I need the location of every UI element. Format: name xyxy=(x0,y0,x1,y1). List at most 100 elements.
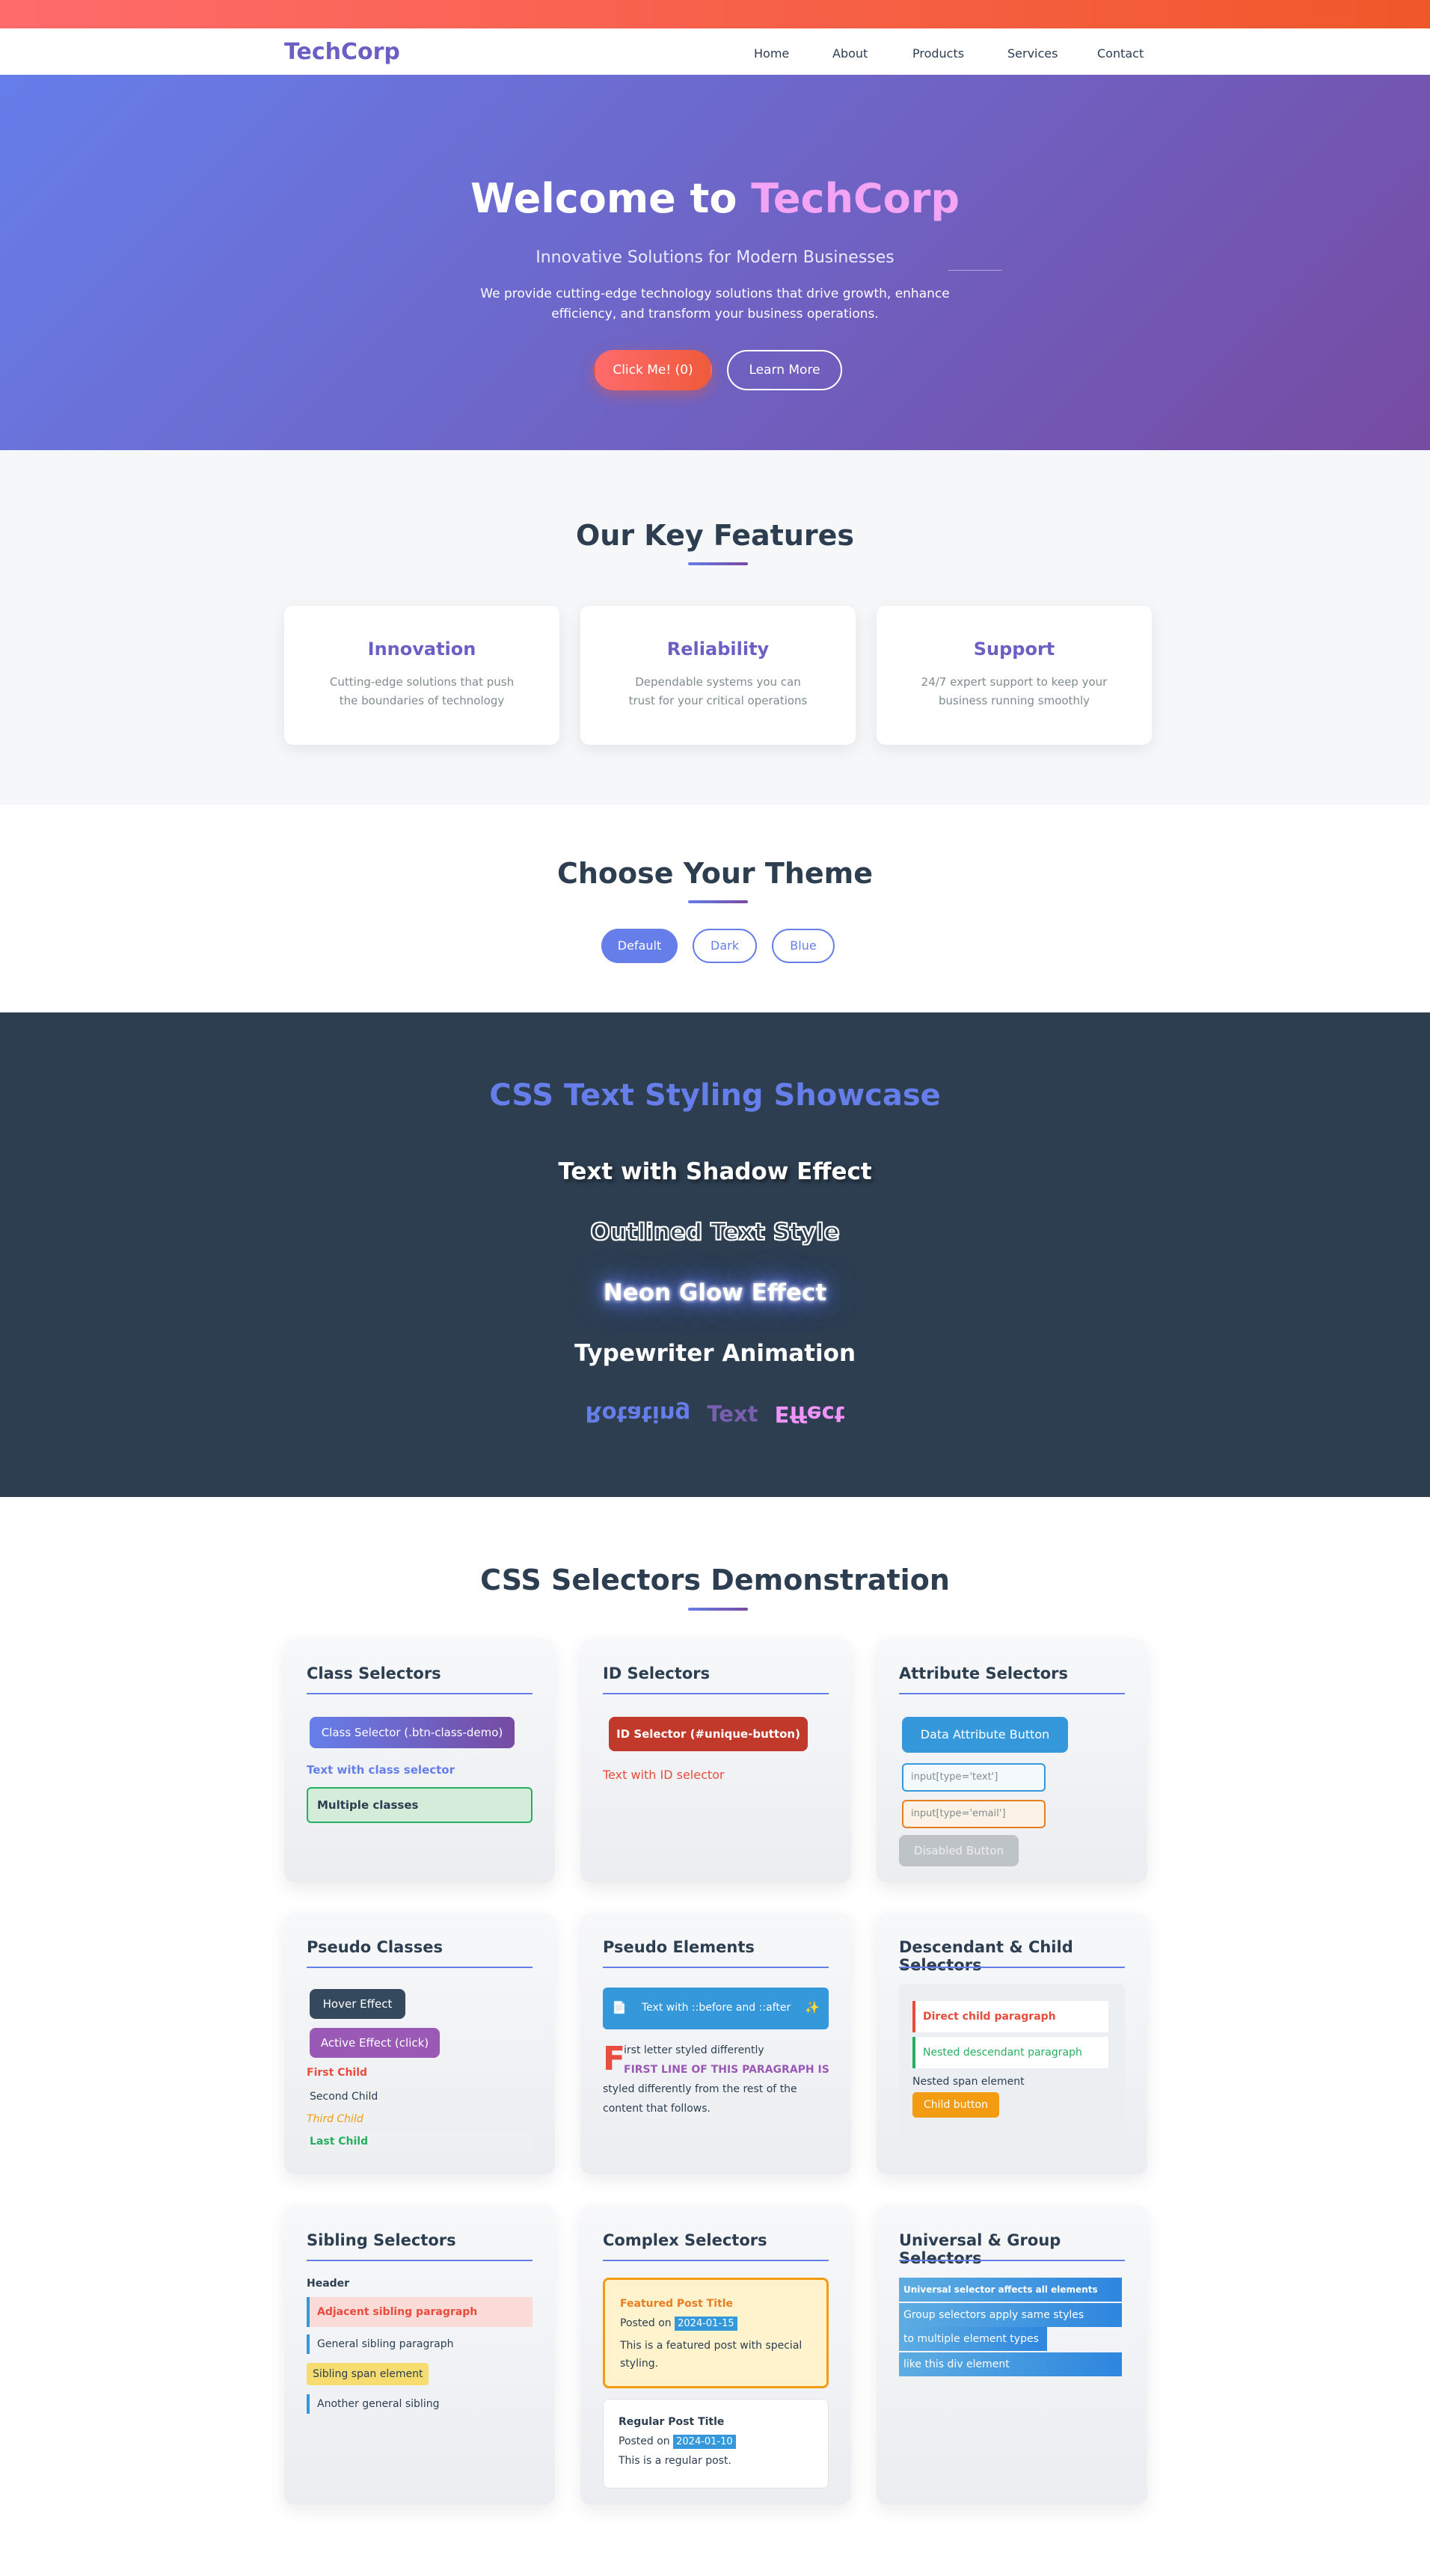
card-title: Descendant & Child Selectors xyxy=(899,1938,1073,1974)
card-underline xyxy=(899,2260,1125,2261)
class-text: Text with class selector xyxy=(307,1763,455,1777)
last-child-item: Last Child xyxy=(307,2131,533,2152)
sparkle-icon: ✨ xyxy=(805,2000,820,2014)
paragraph-line: irst letter styled differently xyxy=(624,2044,764,2056)
before-after-banner: 📄 Text with ::before and ::after ✨ xyxy=(603,1988,829,2029)
hero-title: Welcome to TechCorp xyxy=(470,175,960,222)
nav-link-contact[interactable]: Contact xyxy=(1097,46,1144,61)
card-title: Attribute Selectors xyxy=(899,1664,1069,1682)
adjacent-sibling: Adjacent sibling paragraph xyxy=(307,2297,533,2327)
feature-title: Reliability xyxy=(666,639,770,660)
drop-cap: F xyxy=(603,2040,626,2078)
card-title: Pseudo Classes xyxy=(307,1938,444,1956)
group-line: Group selectors apply same styles xyxy=(899,2303,1122,2327)
learn-more-button[interactable]: Learn More xyxy=(727,350,842,390)
group-line: to multiple element types xyxy=(899,2327,1047,2351)
second-child-item: Second Child xyxy=(307,2086,533,2107)
feature-title: Innovation xyxy=(367,639,476,660)
rotating-text: Rotating Text Effect xyxy=(0,1401,1430,1427)
nav-link-services[interactable]: Services xyxy=(1007,46,1058,61)
nav-link-products[interactable]: Products xyxy=(912,46,964,61)
neon-text: Neon Glow Effect xyxy=(603,1279,827,1306)
general-sibling: General sibling paragraph xyxy=(307,2334,453,2354)
feature-card-innovation: Innovation Cutting-edge solutions that p… xyxy=(284,606,559,745)
text-showcase-section: CSS Text Styling Showcase Text with Shad… xyxy=(0,1012,1430,1497)
feature-text: Cutting-edge solutions that push the bou… xyxy=(329,675,515,707)
theme-dark-button[interactable]: Dark xyxy=(693,929,757,963)
card-underline xyxy=(307,1693,533,1694)
card-title: Class Selectors xyxy=(307,1664,441,1682)
nested-span: Nested span element xyxy=(912,2076,1025,2088)
typewriter-text: Typewriter Animation xyxy=(574,1340,856,1367)
nav-link-home[interactable]: Home xyxy=(754,46,789,61)
click-me-button[interactable]: Click Me! (0) xyxy=(594,350,712,390)
class-selectors-card: Class Selectors Class Selector (.btn-cla… xyxy=(284,1639,555,1883)
banner-text: Text with ::before and ::after xyxy=(642,2002,791,2014)
features-underline xyxy=(688,562,748,565)
card-underline xyxy=(603,2260,829,2261)
nested-descendant-paragraph: Nested descendant paragraph xyxy=(912,2037,1108,2068)
attribute-selectors-card: Attribute Selectors Data Attribute Butto… xyxy=(877,1639,1147,1883)
theme-section: Choose Your Theme Default Dark Blue xyxy=(0,805,1430,1012)
selectors-title: CSS Selectors Demonstration xyxy=(480,1564,950,1596)
hover-effect-button[interactable]: Hover Effect xyxy=(310,1989,405,2019)
featured-post-text: This is a featured post with special sty… xyxy=(620,2340,803,2370)
theme-blue-button[interactable]: Blue xyxy=(772,929,835,963)
class-demo-button[interactable]: Class Selector (.btn-class-demo) xyxy=(310,1717,515,1748)
feature-text: 24/7 expert support to keep your busines… xyxy=(921,675,1108,707)
nav-link-about[interactable]: About xyxy=(832,46,868,61)
theme-title: Choose Your Theme xyxy=(556,857,874,890)
multiple-classes-box: Multiple classes xyxy=(307,1787,533,1823)
unique-button[interactable]: ID Selector (#unique-button) xyxy=(609,1717,808,1751)
sibling-span: Sibling span element xyxy=(307,2363,429,2385)
theme-underline xyxy=(688,900,748,903)
data-attribute-button[interactable]: Data Attribute Button xyxy=(902,1717,1068,1753)
hero-description: We provide cutting-edge technology solut… xyxy=(480,286,950,322)
card-title: Universal & Group Selectors xyxy=(899,2231,1061,2267)
direct-child-paragraph: Direct child paragraph xyxy=(912,2001,1108,2032)
selectors-section: CSS Selectors Demonstration Class Select… xyxy=(0,1497,1430,2576)
showcase-title: CSS Text Styling Showcase xyxy=(489,1078,941,1113)
theme-default-button[interactable]: Default xyxy=(601,929,678,963)
shadow-text: Text with Shadow Effect xyxy=(558,1158,872,1185)
logo[interactable]: TechCorp xyxy=(284,39,400,65)
id-text: Text with ID selector xyxy=(603,1768,725,1782)
sibling-header: Header xyxy=(307,2278,350,2290)
card-underline xyxy=(307,2260,533,2261)
universal-selectors-card: Universal & Group Selectors Universal se… xyxy=(877,2206,1147,2505)
feature-text: Dependable systems you can trust for you… xyxy=(628,675,808,707)
navbar: TechCorp Home About Products Services Co… xyxy=(0,28,1430,75)
hero-subtitle: Innovative Solutions for Modern Business… xyxy=(536,248,894,267)
active-effect-button[interactable]: Active Effect (click) xyxy=(310,2028,440,2058)
featured-post-title: Featured Post Title xyxy=(620,2298,734,2310)
first-child-item: First Child xyxy=(307,2067,368,2079)
card-title: Pseudo Elements xyxy=(603,1938,755,1956)
descendant-container: Direct child paragraph Nested descendant… xyxy=(899,1985,1125,2134)
complex-selectors-card: Complex Selectors Featured Post Title Po… xyxy=(580,2206,851,2505)
regular-post-title: Regular Post Title xyxy=(619,2416,725,2428)
text-input[interactable]: input[type='text'] xyxy=(902,1763,1046,1792)
rotating-word: Rotating xyxy=(585,1401,691,1427)
rotating-word: Effect xyxy=(774,1401,845,1427)
card-underline xyxy=(603,1967,829,1968)
card-underline xyxy=(899,1967,1125,1968)
regular-post: Regular Post Title Posted on 2024-01-10 … xyxy=(603,2399,829,2489)
card-title: Sibling Selectors xyxy=(307,2231,456,2249)
date-badge: 2024-01-15 xyxy=(675,2317,737,2331)
card-title: Complex Selectors xyxy=(603,2231,767,2249)
feature-card-reliability: Reliability Dependable systems you can t… xyxy=(580,606,856,745)
child-button[interactable]: Child button xyxy=(912,2092,999,2118)
universal-line: Universal selector affects all elements xyxy=(899,2278,1122,2302)
pseudo-elements-card: Pseudo Elements 📄 Text with ::before and… xyxy=(580,1913,851,2174)
first-line-text: FIRST LINE OF THIS PARAGRAPH IS xyxy=(624,2064,829,2076)
email-input[interactable]: input[type='email'] xyxy=(902,1800,1046,1828)
hero-divider xyxy=(948,270,1002,271)
features-section: Our Key Features Innovation Cutting-edge… xyxy=(0,450,1430,805)
card-underline xyxy=(603,1693,829,1694)
hero-section: Welcome to TechCorp Innovative Solutions… xyxy=(0,75,1430,450)
card-title: ID Selectors xyxy=(603,1664,711,1682)
features-title: Our Key Features xyxy=(575,519,855,552)
featured-post: Featured Post Title Posted on 2024-01-15… xyxy=(603,2278,829,2388)
pseudo-classes-card: Pseudo Classes Hover Effect Active Effec… xyxy=(284,1913,555,2174)
post-meta: Posted on 2024-01-15 xyxy=(620,2317,737,2331)
